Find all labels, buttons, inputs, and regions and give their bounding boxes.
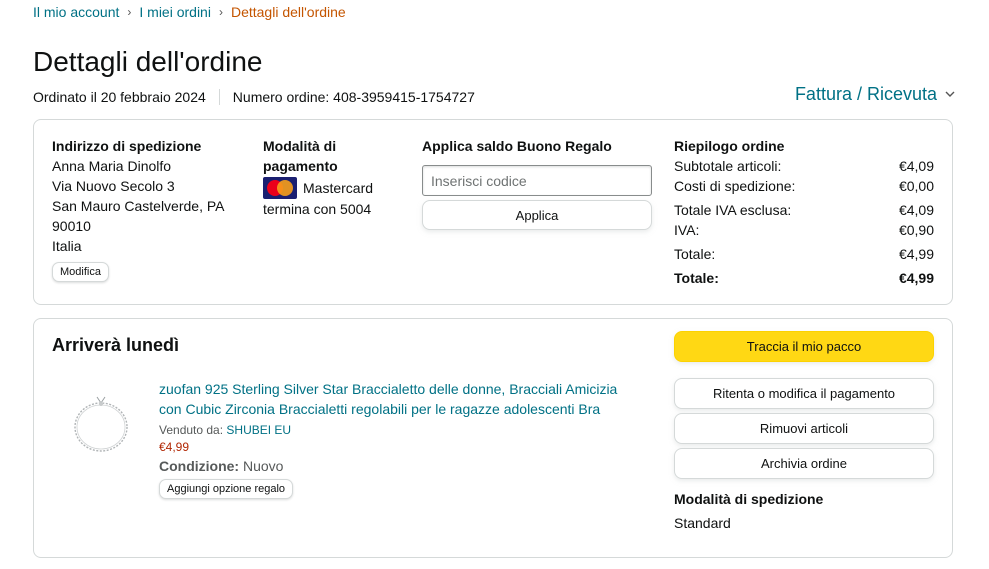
page-title: Dettagli dell'ordine bbox=[33, 46, 263, 77]
track-package-button[interactable]: Traccia il mio pacco bbox=[674, 331, 934, 362]
order-info-panel: Indirizzo di spedizione Anna Maria Dinol… bbox=[33, 119, 953, 305]
chevron-down-icon bbox=[945, 89, 955, 101]
address-line: Anna Maria Dinolfo bbox=[52, 158, 172, 174]
remove-items-button[interactable]: Rimuovi articoli bbox=[674, 413, 934, 444]
grand-total-label: Totale: bbox=[674, 270, 719, 286]
address-line: 90010 bbox=[52, 218, 91, 234]
summary-value: €4,09 bbox=[898, 202, 934, 218]
product-info: zuofan 925 Sterling Silver Star Braccial… bbox=[159, 379, 639, 499]
breadcrumb-my-orders[interactable]: I miei ordini bbox=[139, 4, 211, 20]
summary-row: Totale: €4,99 bbox=[674, 244, 934, 264]
add-gift-option-button[interactable]: Aggiungi opzione regalo bbox=[159, 479, 294, 499]
order-summary-section: Riepilogo ordine Subtotale articoli: €4,… bbox=[674, 136, 934, 288]
gift-code-input[interactable] bbox=[422, 165, 652, 196]
payment-heading-line2: pagamento bbox=[263, 158, 338, 174]
summary-value: €4,09 bbox=[898, 158, 934, 174]
summary-row: Subtotale articoli: €4,09 bbox=[674, 156, 934, 176]
order-number: Numero ordine: 408-3959415-1754727 bbox=[232, 89, 475, 105]
product-condition: Condizione: Nuovo bbox=[159, 458, 639, 474]
condition-value: Nuovo bbox=[243, 458, 284, 474]
shipping-mode-heading: Modalità di spedizione bbox=[674, 491, 824, 507]
gift-card-heading: Applica saldo Buono Regalo bbox=[422, 138, 612, 154]
seller-link[interactable]: SHUBEI EU bbox=[226, 423, 291, 437]
bracelet-product-image[interactable] bbox=[70, 389, 132, 455]
order-summary-heading: Riepilogo ordine bbox=[674, 138, 785, 154]
gift-card-section: Applica saldo Buono Regalo Applica bbox=[422, 136, 652, 230]
card-ending: termina con 5004 bbox=[263, 201, 372, 217]
breadcrumb-current: Dettagli dell'ordine bbox=[230, 4, 346, 20]
payment-heading: Modalità di pagamento bbox=[263, 136, 403, 176]
archive-order-button[interactable]: Archivia ordine bbox=[674, 448, 934, 479]
summary-label: IVA: bbox=[674, 222, 700, 238]
shipping-address-section: Indirizzo di spedizione Anna Maria Dinol… bbox=[52, 136, 242, 282]
shipment-panel: Arriverà lunedì zuofan 925 Sterling Silv… bbox=[33, 318, 953, 558]
order-date: Ordinato il 20 febbraio 2024 bbox=[33, 89, 206, 105]
summary-label: Subtotale articoli: bbox=[674, 158, 782, 174]
shipping-mode-value: Standard bbox=[674, 515, 731, 531]
breadcrumb-my-account[interactable]: Il mio account bbox=[33, 4, 119, 20]
summary-label: Costi di spedizione: bbox=[674, 178, 796, 194]
summary-value: €0,90 bbox=[898, 222, 934, 238]
shipping-address-heading: Indirizzo di spedizione bbox=[52, 138, 202, 154]
summary-row: IVA: €0,90 bbox=[674, 220, 934, 240]
payment-method: Mastercard bbox=[263, 177, 403, 199]
sold-by: Venduto da: SHUBEI EU bbox=[159, 423, 639, 437]
product-price: €4,99 bbox=[159, 440, 190, 454]
payment-section: Modalità di pagamento Mastercard termina… bbox=[263, 136, 403, 219]
edit-address-button[interactable]: Modifica bbox=[52, 262, 109, 282]
mastercard-icon bbox=[263, 177, 297, 199]
summary-row: Totale IVA esclusa: €4,09 bbox=[674, 200, 934, 220]
card-brand: Mastercard bbox=[303, 180, 374, 196]
invoice-label: Fattura / Ricevuta bbox=[794, 84, 937, 104]
payment-heading-line1: Modalità di bbox=[263, 138, 337, 154]
condition-label: Condizione: bbox=[159, 458, 240, 474]
meta-divider bbox=[218, 89, 220, 105]
shipping-mode-section: Modalità di spedizione Standard bbox=[674, 489, 934, 533]
address-line: San Mauro Castelverde, PA bbox=[52, 198, 225, 214]
product-title-link[interactable]: zuofan 925 Sterling Silver Star Braccial… bbox=[159, 379, 639, 419]
address-line: Via Nuovo Secolo 3 bbox=[52, 178, 175, 194]
summary-label: Totale: bbox=[674, 246, 716, 262]
shipment-actions: Traccia il mio pacco Ritenta o modifica … bbox=[674, 331, 934, 533]
summary-row: Costi di spedizione: €0,00 bbox=[674, 176, 934, 196]
arrival-heading: Arriverà lunedì bbox=[52, 335, 180, 355]
sold-by-label: Venduto da: bbox=[159, 423, 224, 437]
breadcrumb-separator: › bbox=[218, 5, 223, 19]
retry-payment-button[interactable]: Ritenta o modifica il pagamento bbox=[674, 378, 934, 409]
invoice-dropdown[interactable]: Fattura / Ricevuta bbox=[795, 84, 955, 105]
summary-label: Totale IVA esclusa: bbox=[674, 202, 792, 218]
summary-value: €4,99 bbox=[898, 246, 934, 262]
breadcrumb-separator: › bbox=[127, 5, 132, 19]
summary-value: €0,00 bbox=[898, 178, 934, 194]
grand-total-value: €4,99 bbox=[898, 270, 934, 286]
address-line: Italia bbox=[52, 238, 82, 254]
summary-grand-total: Totale: €4,99 bbox=[674, 268, 934, 288]
breadcrumb: Il mio account › I miei ordini › Dettagl… bbox=[33, 4, 346, 20]
order-meta: Ordinato il 20 febbraio 2024 Numero ordi… bbox=[33, 89, 475, 105]
apply-gift-button[interactable]: Applica bbox=[422, 200, 652, 230]
